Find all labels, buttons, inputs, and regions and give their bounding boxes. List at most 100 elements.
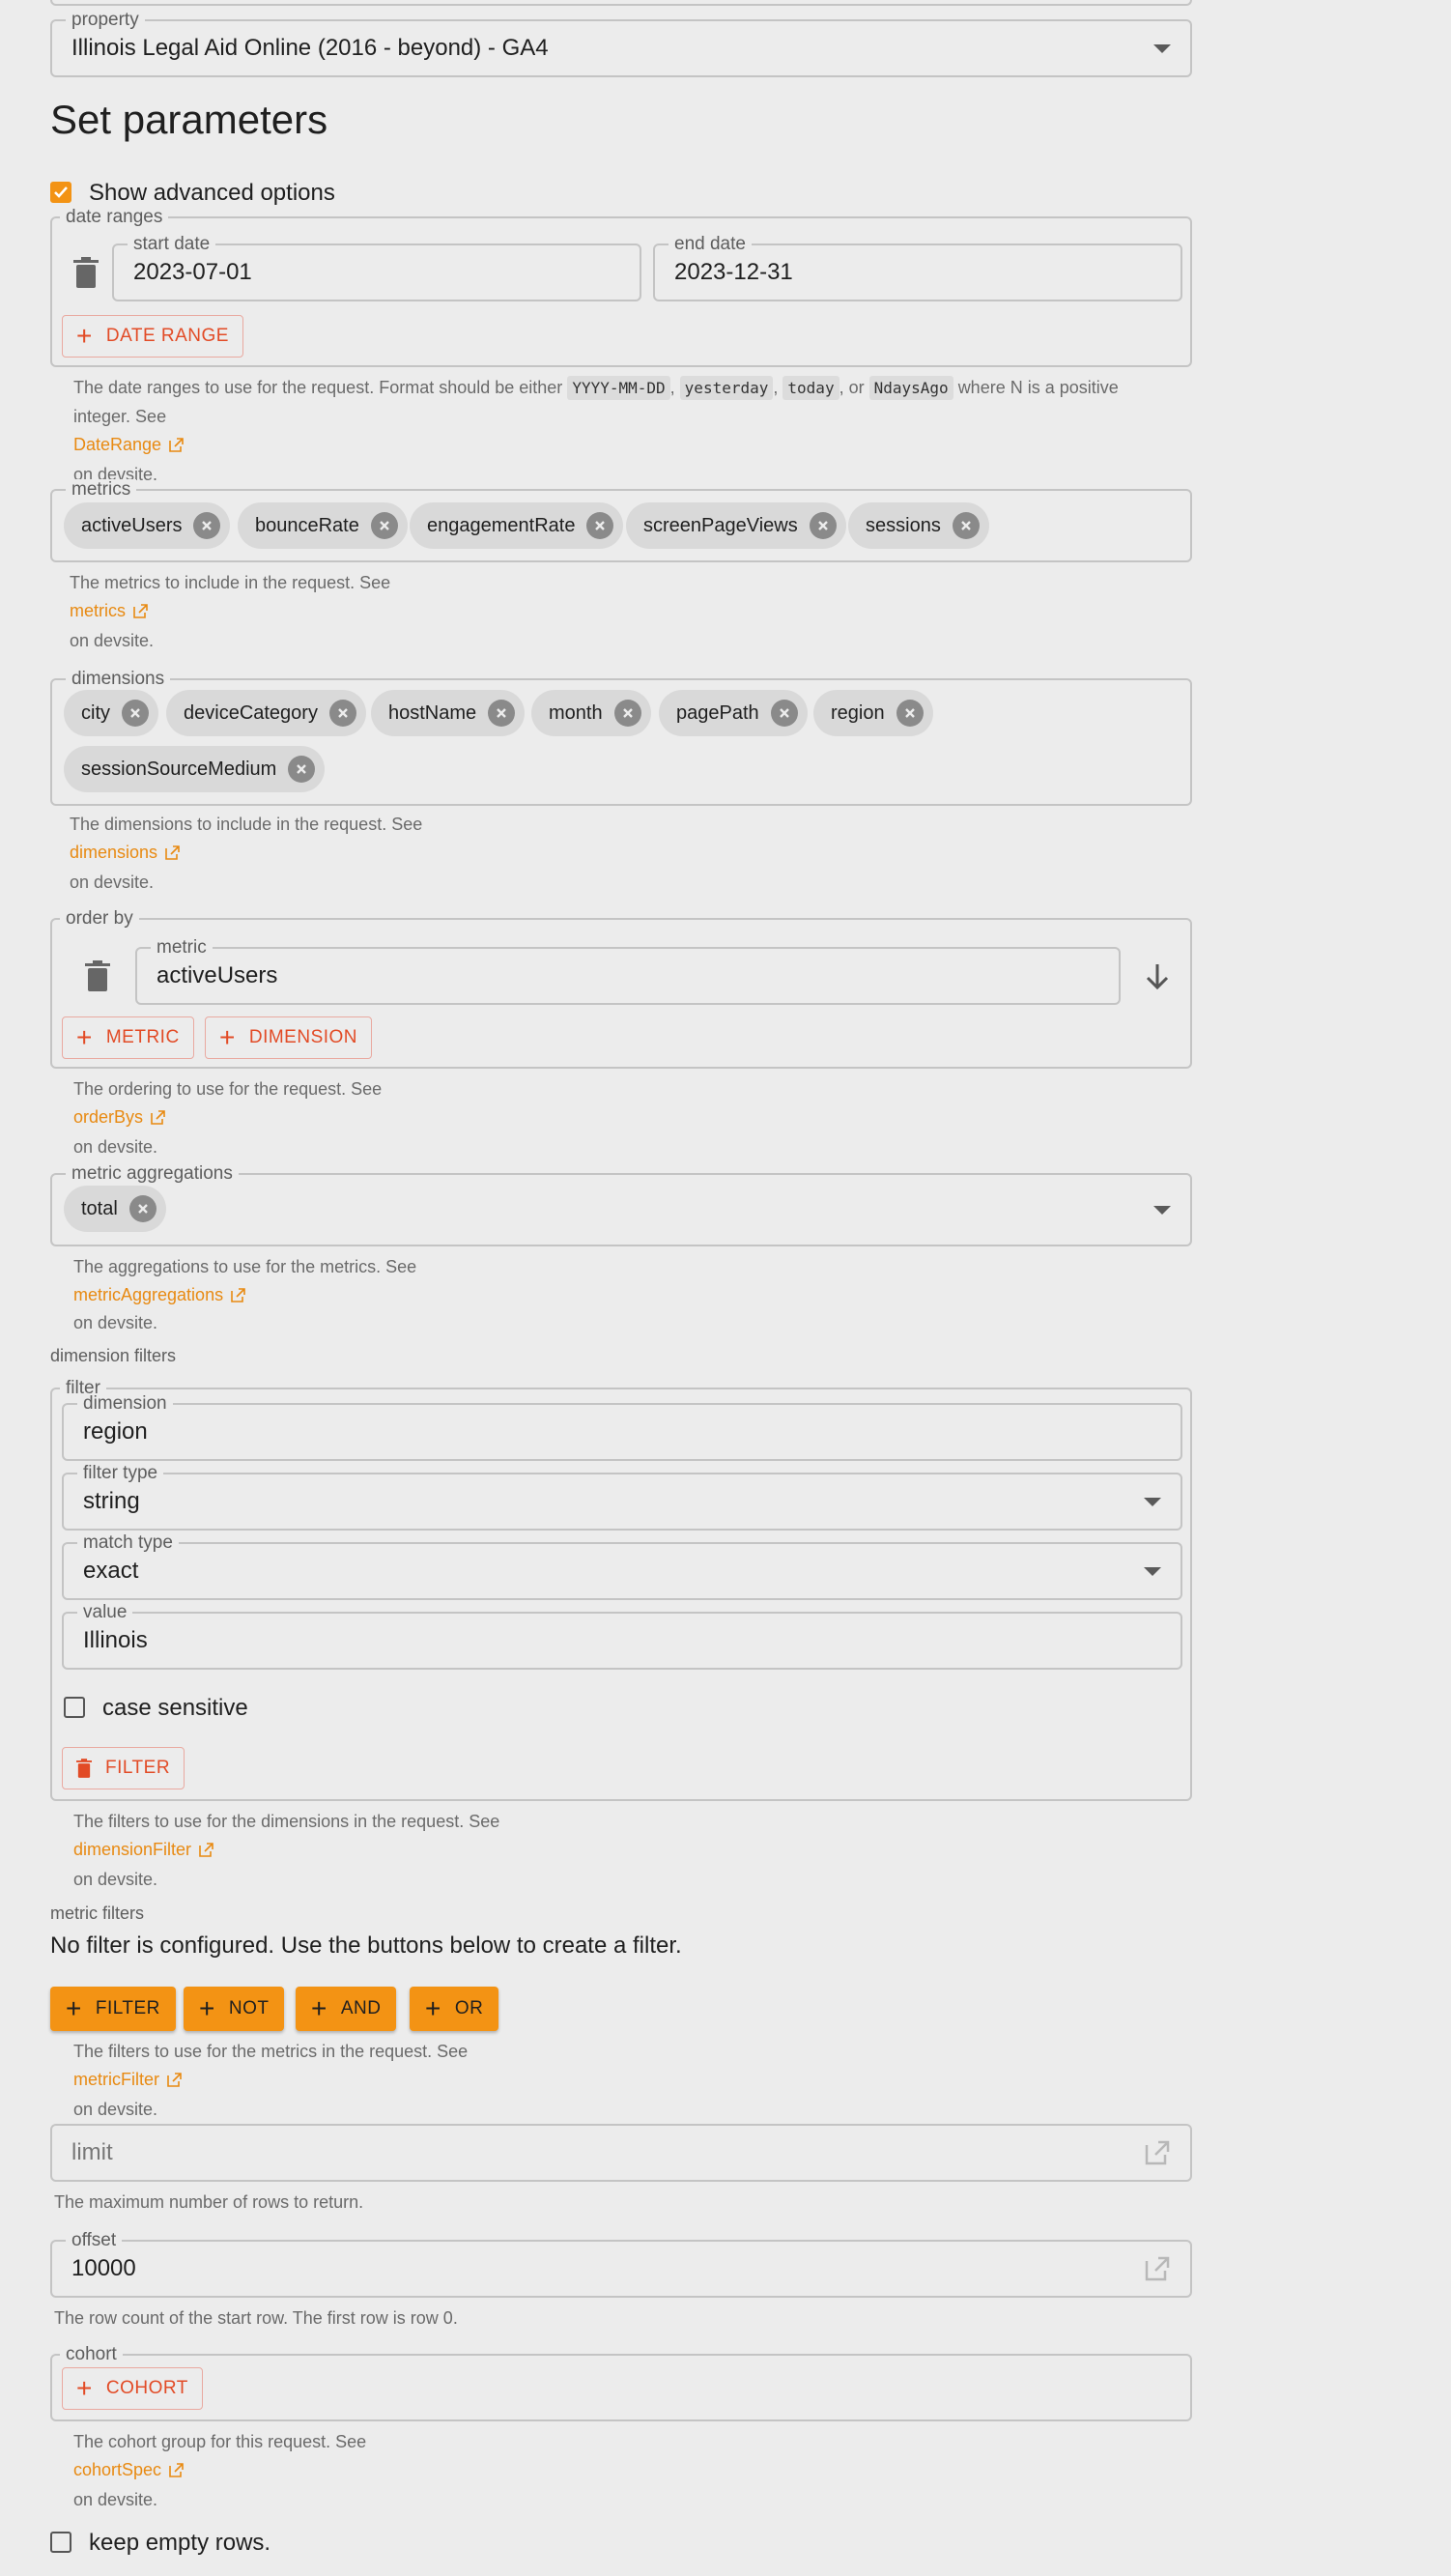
- metrics-help: The metrics to include in the request. S…: [70, 573, 391, 592]
- chevron-down-icon: [1153, 1206, 1171, 1215]
- remove-chip-icon[interactable]: [613, 700, 641, 727]
- offset-help: The row count of the start row. The firs…: [54, 2308, 458, 2328]
- remove-chip-icon[interactable]: [586, 512, 614, 539]
- offset-input[interactable]: offset 10000: [50, 2230, 1192, 2298]
- chip-label: sessionSourceMedium: [81, 758, 277, 780]
- metric-filters-help-tail: on devsite.: [73, 2100, 158, 2119]
- plus-icon: +: [76, 2373, 93, 2403]
- remove-chip-icon[interactable]: [770, 700, 798, 727]
- cohort-legend: cohort: [60, 2344, 123, 2365]
- cohort-spec-doc-link[interactable]: cohortSpec: [73, 2460, 184, 2480]
- date-range-doc-link[interactable]: DateRange: [73, 435, 184, 455]
- external-link-icon[interactable]: [1144, 2139, 1171, 2166]
- metric-aggregations-select[interactable]: metric aggregations: [50, 1163, 1192, 1246]
- filter-dimension-field[interactable]: dimension region: [62, 1393, 1182, 1461]
- chip-label: engagementRate: [427, 514, 576, 536]
- order-by-group: order by metric activeUsers + METRIC + D…: [50, 908, 1192, 1069]
- chip-label: region: [831, 701, 885, 724]
- chip-hostName: hostName: [371, 690, 526, 736]
- add-cohort-button[interactable]: + COHORT: [62, 2367, 203, 2410]
- filter-type-select[interactable]: filter type string: [62, 1463, 1182, 1531]
- remove-chip-icon[interactable]: [122, 700, 149, 727]
- cohort-group: cohort + COHORT: [50, 2344, 1192, 2421]
- remove-chip-icon[interactable]: [809, 512, 837, 539]
- start-date-field[interactable]: start date 2023-07-01: [112, 234, 641, 301]
- match-type-select[interactable]: match type exact: [62, 1532, 1182, 1600]
- plus-icon: +: [219, 1022, 236, 1052]
- chip-pagePath: pagePath: [659, 690, 808, 736]
- chip-total: total: [64, 1186, 166, 1232]
- add-or-button[interactable]: + OR: [410, 1987, 499, 2031]
- order-metric-field[interactable]: metric activeUsers: [135, 937, 1121, 1005]
- chip-label: city: [81, 701, 110, 724]
- remove-chip-icon[interactable]: [128, 1195, 156, 1222]
- remove-filter-button[interactable]: FILTER: [62, 1747, 185, 1789]
- advanced-options-checkbox[interactable]: [50, 182, 71, 203]
- remove-chip-icon[interactable]: [370, 512, 398, 539]
- add-metric-order-button[interactable]: + METRIC: [62, 1016, 194, 1059]
- start-date-value: 2023-07-01: [133, 259, 252, 285]
- chip-label: total: [81, 1197, 118, 1219]
- limit-placeholder: limit: [71, 2139, 113, 2165]
- case-sensitive-checkbox[interactable]: [64, 1697, 85, 1718]
- aggregations-help: The aggregations to use for the metrics.…: [73, 1257, 417, 1276]
- dimension-filters-help-tail: on devsite.: [73, 1870, 158, 1889]
- external-link-icon[interactable]: [1144, 2255, 1171, 2282]
- external-link-icon: [167, 2073, 182, 2087]
- dimensions-doc-link[interactable]: dimensions: [70, 843, 180, 863]
- chip-sessionSourceMedium: sessionSourceMedium: [64, 746, 326, 792]
- date-ranges-help-line2: integer. See: [73, 407, 167, 426]
- add-filter-button[interactable]: + FILTER: [50, 1987, 176, 2031]
- check-icon: [54, 186, 68, 198]
- remove-chip-icon[interactable]: [952, 512, 980, 539]
- remove-chip-icon[interactable]: [288, 756, 316, 783]
- limit-input[interactable]: limit: [50, 2124, 1192, 2182]
- code-today: today: [782, 376, 839, 400]
- trash-icon: [76, 1759, 92, 1778]
- code-ndaysago: NdaysAgo: [868, 376, 953, 400]
- metric-aggregations-doc-link[interactable]: metricAggregations: [73, 1285, 245, 1305]
- external-link-icon: [169, 438, 184, 452]
- external-link-icon: [169, 2463, 184, 2477]
- add-date-range-button[interactable]: + DATE RANGE: [62, 315, 243, 358]
- dimension-filter-doc-link[interactable]: dimensionFilter: [73, 1840, 213, 1860]
- chip-region: region: [813, 690, 933, 736]
- trash-icon[interactable]: [85, 960, 110, 991]
- remove-chip-icon[interactable]: [488, 700, 516, 727]
- property-value: Illinois Legal Aid Online (2016 - beyond…: [71, 35, 549, 61]
- add-dimension-order-button[interactable]: + DIMENSION: [205, 1016, 373, 1059]
- metric-filter-doc-link[interactable]: metricFilter: [73, 2070, 182, 2090]
- code-yesterday: yesterday: [679, 376, 774, 400]
- trash-icon[interactable]: [73, 257, 99, 288]
- chip-screenPageViews: screenPageViews: [626, 502, 846, 549]
- filter-value-field[interactable]: value Illinois: [62, 1602, 1182, 1670]
- property-select[interactable]: property Illinois Legal Aid Online (2016…: [50, 10, 1192, 77]
- add-not-button[interactable]: + NOT: [184, 1987, 285, 2031]
- case-sensitive-label: case sensitive: [102, 1695, 248, 1721]
- metric-filters-help: The filters to use for the metrics in th…: [73, 2042, 469, 2061]
- metrics-doc-link[interactable]: metrics: [70, 601, 148, 621]
- order-metric-legend: metric: [151, 937, 213, 959]
- offset-value: 10000: [71, 2255, 136, 2281]
- remove-chip-icon[interactable]: [328, 700, 356, 727]
- keep-empty-rows-checkbox[interactable]: [50, 2532, 71, 2553]
- chevron-down-icon: [1144, 1498, 1161, 1506]
- end-date-field[interactable]: end date 2023-12-31: [653, 234, 1182, 301]
- page-title: Set parameters: [50, 97, 328, 142]
- dimensions-help-tail: on devsite.: [70, 873, 155, 892]
- chevron-down-icon: [1144, 1567, 1161, 1576]
- order-by-help: The ordering to use for the request. See: [73, 1079, 383, 1099]
- add-and-button[interactable]: + AND: [296, 1987, 397, 2031]
- metrics-help-tail: on devsite.: [70, 631, 155, 650]
- match-type-value: exact: [83, 1558, 139, 1584]
- dimension-filter-group: filter dimension region filter type stri…: [50, 1378, 1192, 1801]
- remove-chip-icon[interactable]: [896, 700, 924, 727]
- orderbys-doc-link[interactable]: orderBys: [73, 1107, 165, 1128]
- top-partial-edge: [50, 0, 1192, 6]
- metric-aggregations-legend: metric aggregations: [66, 1163, 239, 1185]
- remove-chip-icon[interactable]: [193, 512, 221, 539]
- arrow-down-icon[interactable]: [1144, 962, 1171, 991]
- plus-icon: +: [66, 1993, 82, 2023]
- external-link-icon: [133, 604, 148, 618]
- chip-deviceCategory: deviceCategory: [166, 690, 366, 736]
